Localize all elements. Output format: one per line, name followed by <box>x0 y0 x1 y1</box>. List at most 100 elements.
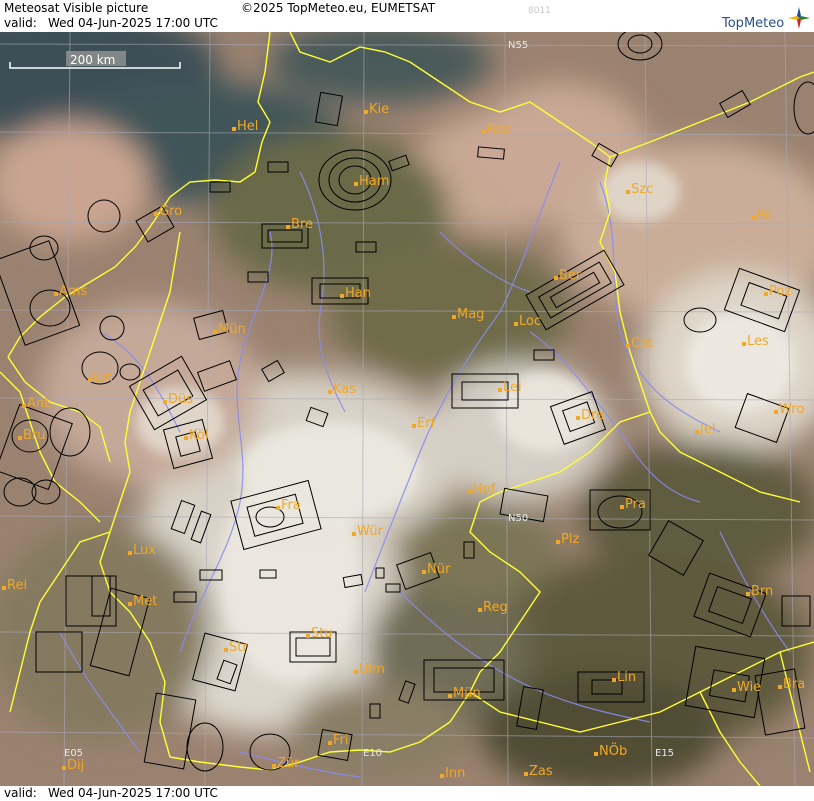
city-label: Szc <box>631 182 653 197</box>
city-label: Dre <box>581 408 604 423</box>
city-label: Inn <box>445 766 465 781</box>
city-dot <box>440 774 444 778</box>
city-dot <box>556 540 560 544</box>
city-label: Lux <box>133 543 156 558</box>
city-label: Ams <box>59 284 88 299</box>
map-canvas: 200 km N55 N50 E05 E10 E15 HelKieRosHamS… <box>0 32 814 786</box>
footer-valid-label: valid: <box>4 786 37 800</box>
city-label: Fra <box>281 498 301 513</box>
city-dot <box>594 752 598 756</box>
city-label: Kie <box>369 102 389 117</box>
city-dot <box>184 436 188 440</box>
city-dot <box>354 670 358 674</box>
city-dot <box>742 342 746 346</box>
city-dot <box>224 648 228 652</box>
city-dot <box>514 322 518 326</box>
city-dot <box>276 506 280 510</box>
city-label: Ros <box>487 122 510 137</box>
city-dot <box>22 404 26 408</box>
city-label: NÖb <box>599 742 627 759</box>
city-label: Wür <box>357 524 384 539</box>
city-dot <box>54 292 58 296</box>
city-label: Pil <box>757 208 772 223</box>
grid-label-e15: E15 <box>655 748 674 759</box>
city-dot <box>695 430 699 434</box>
city-dot <box>364 110 368 114</box>
city-label: Loc <box>519 314 541 329</box>
city-dot <box>352 532 356 536</box>
city-dot <box>732 688 736 692</box>
valid-datetime: Wed 04-Jun-2025 17:00 UTC <box>48 16 218 30</box>
city-dot <box>478 608 482 612</box>
satellite-viewer: Meteosat Visible picture valid: Wed 04-J… <box>0 0 814 801</box>
city-label: Ham <box>359 174 389 189</box>
city-dot <box>626 190 630 194</box>
city-label: Ein <box>93 370 113 385</box>
copyright-text: ©2025 TopMeteo.eu, EUMETSAT <box>241 1 436 15</box>
city-dot <box>752 216 756 220</box>
satellite-background <box>0 32 814 786</box>
city-label: Wie <box>737 680 761 695</box>
city-dot <box>778 685 782 689</box>
city-label: Fri <box>333 733 349 748</box>
city-dot <box>128 602 132 606</box>
satellite-map[interactable]: 200 km N55 N50 E05 E10 E15 Hel Kie Ros Ham S… <box>0 32 814 786</box>
grid-label-n50: N50 <box>508 513 528 524</box>
city-dot <box>626 344 630 348</box>
city-label: Mün <box>218 322 246 337</box>
city-label: Gro <box>159 204 182 219</box>
city-label: Stu <box>311 626 333 641</box>
city-label: Erf <box>417 416 436 431</box>
city-label: Rei <box>7 578 27 593</box>
city-dot <box>88 378 92 382</box>
city-label: Hel <box>237 119 258 134</box>
city-label: Zür <box>277 756 300 771</box>
city-label: Bra <box>783 677 805 692</box>
city-dot <box>576 416 580 420</box>
city-dot <box>498 388 502 392</box>
city-label: Met <box>133 594 157 609</box>
city-label: Bre <box>291 217 313 232</box>
city-label: Ber <box>559 268 582 283</box>
city-dot <box>154 212 158 216</box>
city-label: Wro <box>779 402 804 417</box>
city-dot <box>774 410 778 414</box>
city-label: Cot <box>631 336 653 351</box>
grid-label-e10: E10 <box>363 748 382 759</box>
city-label: Köl <box>189 428 208 443</box>
city-label: Reg <box>483 600 508 615</box>
city-dot <box>163 400 167 404</box>
city-label: Kas <box>333 382 356 397</box>
city-dot <box>128 551 132 555</box>
city-label: Mag <box>457 307 484 322</box>
city-dot <box>412 424 416 428</box>
city-label: Dij <box>67 758 84 773</box>
city-dot <box>62 766 66 770</box>
grid-label-n55: N55 <box>508 40 528 51</box>
city-dot <box>286 225 290 229</box>
city-label: Jel <box>699 422 715 437</box>
city-dot <box>524 772 528 776</box>
city-label: Lin <box>617 670 636 685</box>
city-label: Nür <box>427 562 451 577</box>
city-dot <box>213 330 217 334</box>
city-dot <box>764 292 768 296</box>
city-label: Ulm <box>359 662 385 677</box>
image-code: 8011 <box>528 6 551 16</box>
valid-label: valid: <box>4 16 37 30</box>
city-dot <box>482 130 486 134</box>
city-label: Hof <box>473 482 496 497</box>
image-title: Meteosat Visible picture <box>4 1 149 15</box>
city-dot <box>328 390 332 394</box>
city-label: Les <box>747 334 769 349</box>
header-bar: Meteosat Visible picture valid: Wed 04-J… <box>0 0 814 32</box>
city-dot <box>18 436 22 440</box>
city-dot <box>306 634 310 638</box>
city-label: Ant <box>27 396 49 411</box>
city-dot <box>272 764 276 768</box>
city-label: Pra <box>625 497 646 512</box>
city-label: Han <box>345 286 371 301</box>
city-label: Str <box>229 640 248 655</box>
city-dot <box>452 315 456 319</box>
city-label: Düs <box>168 392 193 407</box>
